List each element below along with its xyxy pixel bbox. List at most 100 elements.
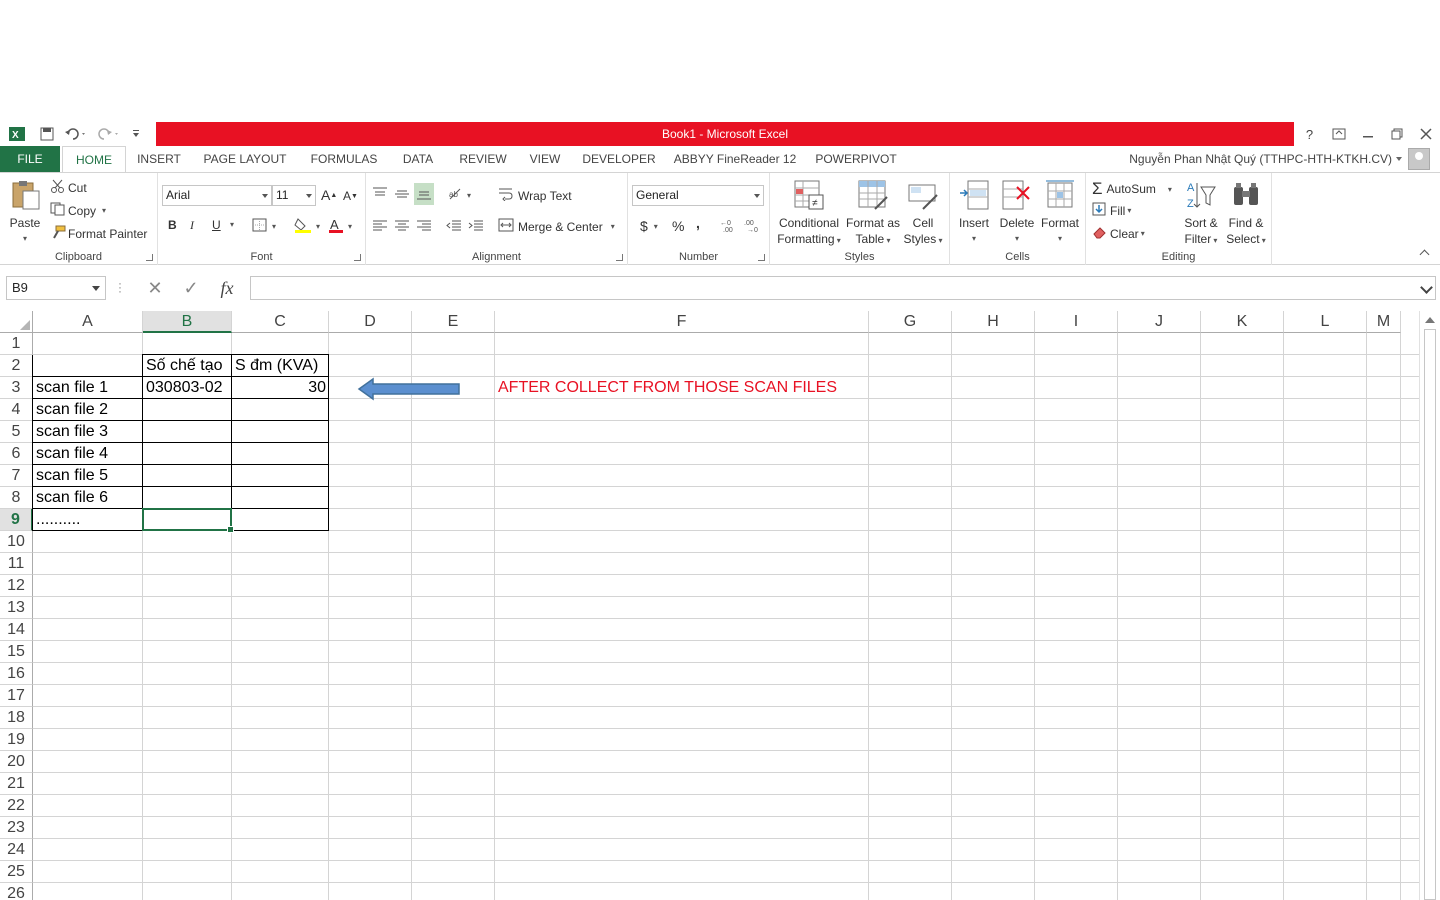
row-header-7[interactable]: 7 — [0, 465, 33, 487]
formula-input[interactable] — [250, 276, 1436, 300]
paste-button[interactable]: Paste ▾ — [4, 179, 46, 247]
cancel-icon[interactable]: ✕ — [137, 278, 173, 299]
enter-icon[interactable]: ✓ — [173, 278, 209, 299]
find-select-button[interactable]: Find & Select ▾ — [1224, 179, 1268, 249]
tab-developer[interactable]: DEVELOPER — [580, 146, 658, 172]
select-all-corner[interactable] — [0, 311, 33, 333]
increase-decimal-icon[interactable]: ←0.00 — [720, 218, 738, 232]
autosum-button[interactable]: Σ AutoSum ▾ — [1092, 179, 1172, 199]
row-header-12[interactable]: 12 — [0, 575, 33, 597]
column-header-i[interactable]: I — [1035, 311, 1118, 333]
cell-a5[interactable]: scan file 3 — [33, 421, 143, 443]
fill-color-button[interactable]: ▾ — [294, 217, 320, 236]
format-cells-button[interactable]: Format ▾ — [1038, 179, 1082, 247]
fill-button[interactable]: Fill ▾ — [1092, 202, 1131, 219]
format-as-table-button[interactable]: Format as Table ▾ — [844, 179, 902, 249]
row-header-18[interactable]: 18 — [0, 707, 33, 729]
column-header-m[interactable]: M — [1367, 311, 1401, 333]
font-size-dropdown-icon[interactable] — [306, 194, 312, 198]
row-header-10[interactable]: 10 — [0, 531, 33, 553]
clear-button[interactable]: Clear ▾ — [1092, 225, 1145, 242]
row-header-5[interactable]: 5 — [0, 421, 33, 443]
scrollbar-thumb[interactable] — [1424, 329, 1436, 900]
row-header-1[interactable]: 1 — [0, 333, 33, 355]
tab-file[interactable]: FILE — [0, 146, 60, 172]
align-center-icon[interactable] — [394, 219, 410, 233]
user-dropdown-icon[interactable] — [1396, 157, 1402, 161]
underline-button[interactable]: U — [212, 218, 221, 232]
percent-button[interactable]: % — [672, 218, 684, 234]
align-left-icon[interactable] — [372, 219, 388, 233]
close-icon[interactable] — [1411, 122, 1440, 146]
scroll-up-icon[interactable] — [1425, 317, 1435, 323]
increase-indent-icon[interactable] — [468, 219, 484, 233]
tab-data[interactable]: DATA — [396, 146, 440, 172]
row-header-3[interactable]: 3 — [0, 377, 33, 399]
avatar[interactable] — [1408, 148, 1430, 170]
wrap-text-button[interactable]: Wrap Text — [498, 187, 572, 204]
expand-formula-bar-icon[interactable] — [1420, 281, 1433, 294]
row-header-2[interactable]: 2 — [0, 355, 33, 377]
collapse-ribbon-icon[interactable] — [1419, 249, 1430, 260]
conditional-formatting-button[interactable]: ≠ Conditional Formatting ▾ — [772, 179, 846, 249]
merge-dropdown-icon[interactable]: ▾ — [611, 222, 615, 231]
format-painter-button[interactable]: Format Painter — [50, 225, 147, 242]
decrease-indent-icon[interactable] — [446, 219, 462, 233]
column-header-e[interactable]: E — [412, 311, 495, 333]
borders-button[interactable]: ▾ — [252, 218, 276, 235]
number-format-dropdown-icon[interactable] — [754, 194, 760, 198]
font-name-combo[interactable]: Arial — [162, 185, 272, 206]
row-header-26[interactable]: 26 — [0, 883, 33, 900]
font-name-dropdown-icon[interactable] — [262, 194, 268, 198]
insert-function-icon[interactable]: fx — [209, 278, 245, 299]
sort-filter-button[interactable]: AZ Sort & Filter ▾ — [1180, 179, 1222, 249]
tab-insert[interactable]: INSERT — [134, 146, 184, 172]
row-header-25[interactable]: 25 — [0, 861, 33, 883]
insert-cells-button[interactable]: Insert ▾ — [954, 179, 994, 247]
column-header-j[interactable]: J — [1118, 311, 1201, 333]
restore-icon[interactable] — [1382, 122, 1411, 146]
cell-c2[interactable]: S đm (KVA) — [232, 355, 329, 377]
bold-button[interactable]: B — [168, 218, 177, 232]
cell-a3[interactable]: scan file 1 — [33, 377, 143, 399]
row-header-21[interactable]: 21 — [0, 773, 33, 795]
merge-center-button[interactable]: Merge & Center ▾ — [498, 218, 615, 235]
row-header-9[interactable]: 9 — [0, 509, 33, 531]
cell-a6[interactable]: scan file 4 — [33, 443, 143, 465]
cell-b3[interactable]: 030803-02 — [143, 377, 232, 399]
number-launcher-icon[interactable] — [758, 254, 765, 261]
tab-abbyy-finereader[interactable]: ABBYY FineReader 12 — [672, 146, 798, 172]
save-icon[interactable] — [34, 122, 60, 146]
customize-qat-icon[interactable] — [126, 122, 146, 146]
minimize-icon[interactable] — [1353, 122, 1382, 146]
row-header-22[interactable]: 22 — [0, 795, 33, 817]
column-header-g[interactable]: G — [869, 311, 952, 333]
comma-style-button[interactable]: , — [696, 215, 700, 231]
middle-align-icon[interactable] — [394, 187, 410, 201]
number-format-combo[interactable]: General — [632, 185, 764, 206]
row-header-23[interactable]: 23 — [0, 817, 33, 839]
copy-dropdown-icon[interactable]: ▾ — [102, 206, 106, 215]
copy-button[interactable]: Copy ▾ — [50, 202, 106, 219]
row-header-19[interactable]: 19 — [0, 729, 33, 751]
cell-styles-button[interactable]: Cell Styles ▾ — [900, 179, 946, 249]
font-launcher-icon[interactable] — [354, 254, 361, 261]
vertical-scrollbar[interactable] — [1419, 311, 1440, 900]
orientation-button[interactable]: ab ▾ — [448, 187, 471, 204]
delete-cells-button[interactable]: Delete ▾ — [996, 179, 1038, 247]
tab-powerpivot[interactable]: POWERPIVOT — [812, 146, 900, 172]
column-header-h[interactable]: H — [952, 311, 1035, 333]
row-header-4[interactable]: 4 — [0, 399, 33, 421]
column-header-l[interactable]: L — [1284, 311, 1367, 333]
row-header-6[interactable]: 6 — [0, 443, 33, 465]
cell-a9[interactable]: .......... — [33, 509, 143, 531]
decrease-decimal-icon[interactable]: .00 →0 — [744, 218, 762, 232]
tab-page-layout[interactable]: PAGE LAYOUT — [198, 146, 292, 172]
underline-dropdown-icon[interactable]: ▾ — [230, 220, 234, 229]
row-header-24[interactable]: 24 — [0, 839, 33, 861]
cell-a7[interactable]: scan file 5 — [33, 465, 143, 487]
top-align-icon[interactable] — [372, 187, 388, 201]
italic-button[interactable]: I — [190, 218, 194, 233]
decrease-font-size-icon[interactable]: A ▼ — [343, 189, 358, 203]
cell-a8[interactable]: scan file 6 — [33, 487, 143, 509]
